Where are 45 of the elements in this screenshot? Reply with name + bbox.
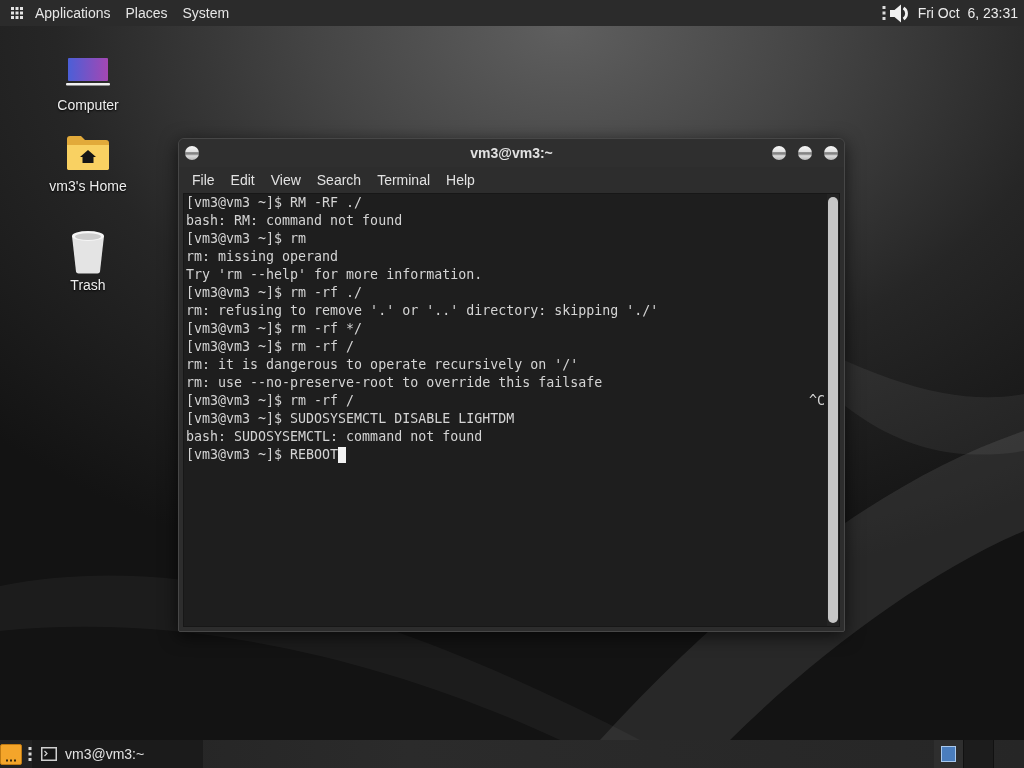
menu-item[interactable]: Edit <box>226 169 259 191</box>
terminal-line: bash: SUDOSYSEMCTL: command not found <box>186 428 483 446</box>
menu-button[interactable]: Applications <box>35 4 111 22</box>
home-folder-icon[interactable] <box>66 135 110 171</box>
interrupt-text: ^C <box>809 392 825 410</box>
terminal-line: [vm3@vm3 ~]$ REBOOT <box>186 446 339 464</box>
menu-button[interactable]: Places <box>125 4 168 22</box>
terminal-line: [vm3@vm3 ~]$ rm -rf */ <box>186 320 363 338</box>
terminal-icon <box>41 747 57 761</box>
menu-item[interactable]: Search <box>312 169 366 191</box>
window-title: vm3@vm3:~ <box>470 145 553 161</box>
volume-icon[interactable] <box>889 3 910 23</box>
terminal-line: [vm3@vm3 ~]$ rm -rf ./ <box>186 284 363 302</box>
terminal-line: [vm3@vm3 ~]$ rm -rf / <box>186 338 355 356</box>
terminal-line: [vm3@vm3 ~]$ rm <box>186 230 307 248</box>
desktop-shortcut[interactable]: vm3's Home <box>48 129 128 195</box>
workspace-button[interactable] <box>934 740 964 768</box>
clock-text[interactable]: Fri Oct 6, 23:31 <box>917 4 1018 22</box>
menu-item[interactable]: Terminal <box>373 169 435 191</box>
menu-button[interactable]: System <box>182 4 230 22</box>
laptop-icon[interactable] <box>66 58 110 86</box>
grid-icon[interactable] <box>11 7 23 19</box>
close-button[interactable] <box>824 146 838 160</box>
menu-item[interactable]: View <box>266 169 305 191</box>
maximize-button[interactable] <box>798 146 812 160</box>
trash-can-icon[interactable] <box>70 230 106 274</box>
terminal-line: Try 'rm --help' for more information. <box>186 266 483 284</box>
terminal-line: [vm3@vm3 ~]$ RM -RF ./ <box>186 194 363 212</box>
terminal-line: [vm3@vm3 ~]$ SUDOSYSEMCTL DISABLE LIGHTDM <box>186 410 515 428</box>
terminal-line: rm: refusing to remove '.' or '..' directory: skipping './' <box>186 302 659 320</box>
menu-item[interactable]: Help <box>442 169 479 191</box>
grip-icon[interactable] <box>881 5 886 21</box>
terminal-line: rm: it is dangerous to operate recursively on '/' <box>186 356 579 374</box>
terminal-line: [vm3@vm3 ~]$ rm -rf / <box>186 392 355 410</box>
desktop-shortcut[interactable]: Computer <box>48 48 128 114</box>
taskbar-button[interactable]: vm3@vm3:~ <box>32 740 203 768</box>
menu-item[interactable]: File <box>188 169 219 191</box>
terminal-line: bash: RM: command not found <box>186 212 403 230</box>
window-menu-button[interactable] <box>185 146 199 160</box>
show-desktop-icon[interactable] <box>0 743 22 765</box>
desktop-shortcut[interactable]: Trash <box>48 228 128 294</box>
terminal-line: rm: missing operand <box>186 248 339 266</box>
grip-icon[interactable] <box>28 746 32 762</box>
terminal-line: rm: use --no-preserve-root to override this failsafe <box>186 374 603 392</box>
minimize-button[interactable] <box>772 146 786 160</box>
